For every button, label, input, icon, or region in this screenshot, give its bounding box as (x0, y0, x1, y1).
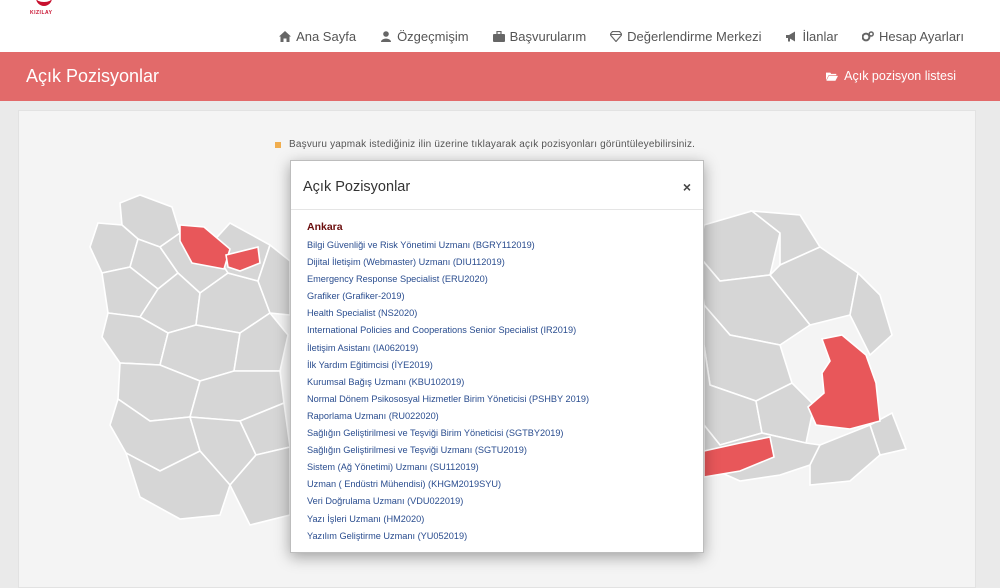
main-nav: Ana Sayfa Özgeçmişim Başvurularım Değerl… (255, 29, 964, 44)
modal-title: Açık Pozisyonlar (303, 179, 411, 195)
nav-cv[interactable]: Özgeçmişim (380, 29, 469, 44)
nav-applications-label: Başvurularım (509, 29, 587, 44)
position-link[interactable]: Dijital İletişim (Webmaster) Uzmanı (DIU… (307, 254, 703, 271)
nav-assessment[interactable]: Değerlendirme Merkezi (610, 29, 762, 44)
modal-body: Ankara Bilgi Güvenliği ve Risk Yönetimi … (291, 210, 703, 545)
position-link[interactable]: İlk Yardım Eğitimcisi (İYE2019) (307, 357, 703, 374)
city-name: Ankara (307, 221, 343, 233)
nav-assessment-label: Değerlendirme Merkezi (627, 29, 762, 44)
user-icon (380, 31, 392, 42)
diamond-icon (610, 31, 623, 42)
gears-icon (861, 31, 874, 42)
position-list: Bilgi Güvenliği ve Risk Yönetimi Uzmanı … (307, 237, 703, 545)
nav-ads-label: İlanlar (802, 29, 838, 44)
province-shape[interactable] (849, 271, 893, 357)
home-icon (279, 31, 292, 42)
briefcase-icon (492, 31, 505, 42)
province-shape[interactable] (809, 423, 881, 486)
bullhorn-icon (785, 31, 798, 42)
nav-applications[interactable]: Başvurularım (492, 29, 587, 44)
page-header: Açık Pozisyonlar Açık pozisyon listesi (0, 52, 1000, 101)
position-link[interactable]: Raporlama Uzmanı (RU022020) (307, 408, 703, 425)
position-link[interactable]: Yazı İşleri Uzmanı (HM2020) (307, 511, 703, 528)
nav-account[interactable]: Hesap Ayarları (861, 29, 964, 44)
crescent-icon (36, 0, 52, 6)
folder-open-icon (826, 71, 840, 82)
position-link[interactable]: Uzman ( Endüstri Mühendisi) (KHGM2019SYU… (307, 476, 703, 493)
close-icon[interactable]: × (683, 179, 691, 195)
open-positions-modal: Açık Pozisyonlar × Ankara Bilgi Güvenliğ… (290, 160, 704, 553)
position-link[interactable]: Sistem (Ağ Yönetimi) Uzmanı (SU112019) (307, 459, 703, 476)
position-link[interactable]: Health Specialist (NS2020) (307, 305, 703, 322)
position-link[interactable]: International Policies and Cooperations … (307, 322, 703, 339)
position-link[interactable]: Veri Doğrulama Uzmanı (VDU022019) (307, 493, 703, 510)
page-title: Açık Pozisyonlar (26, 66, 160, 86)
top-navbar: KIZILAY Ana Sayfa Özgeçmişim Başvuruları… (0, 0, 1000, 52)
position-link[interactable]: Yazılım Geliştirme Uzmanı (YU052019) (307, 528, 703, 545)
nav-account-label: Hesap Ayarları (878, 29, 964, 44)
kizilay-logo[interactable]: KIZILAY (22, 0, 56, 20)
position-link[interactable]: Emergency Response Specialist (ERU2020) (307, 271, 703, 288)
instruction-label: Başvuru yapmak istediğiniz ilin üzerine … (289, 139, 696, 150)
position-link[interactable]: Sağlığın Geliştirilmesi ve Teşviği Uzman… (307, 442, 703, 459)
brand-name: KIZILAY (30, 10, 53, 16)
position-link[interactable]: Bilgi Güvenliği ve Risk Yönetimi Uzmanı … (307, 237, 703, 254)
nav-home[interactable]: Ana Sayfa (279, 29, 356, 44)
position-link[interactable]: Sağlığın Geliştirilmesi ve Teşviği Birim… (307, 425, 703, 442)
bullet-square-icon (275, 141, 281, 148)
position-link[interactable]: İletişim Asistanı (IA062019) (307, 340, 703, 357)
open-positions-list-label: Açık pozisyon listesi (844, 69, 956, 83)
open-positions-list-link[interactable]: Açık pozisyon listesi (826, 69, 956, 83)
modal-header: Açık Pozisyonlar × (291, 161, 703, 210)
instruction-text: Başvuru yapmak istediğiniz ilin üzerine … (275, 139, 695, 150)
nav-cv-label: Özgeçmişim (397, 29, 469, 44)
nav-ads[interactable]: İlanlar (785, 29, 838, 44)
position-link[interactable]: Normal Dönem Psikososyal Hizmetler Birim… (307, 391, 703, 408)
position-link[interactable]: Kurumsal Bağış Uzmanı (KBU102019) (307, 374, 703, 391)
nav-home-label: Ana Sayfa (296, 29, 357, 44)
position-link[interactable]: Grafiker (Grafiker-2019) (307, 288, 703, 305)
